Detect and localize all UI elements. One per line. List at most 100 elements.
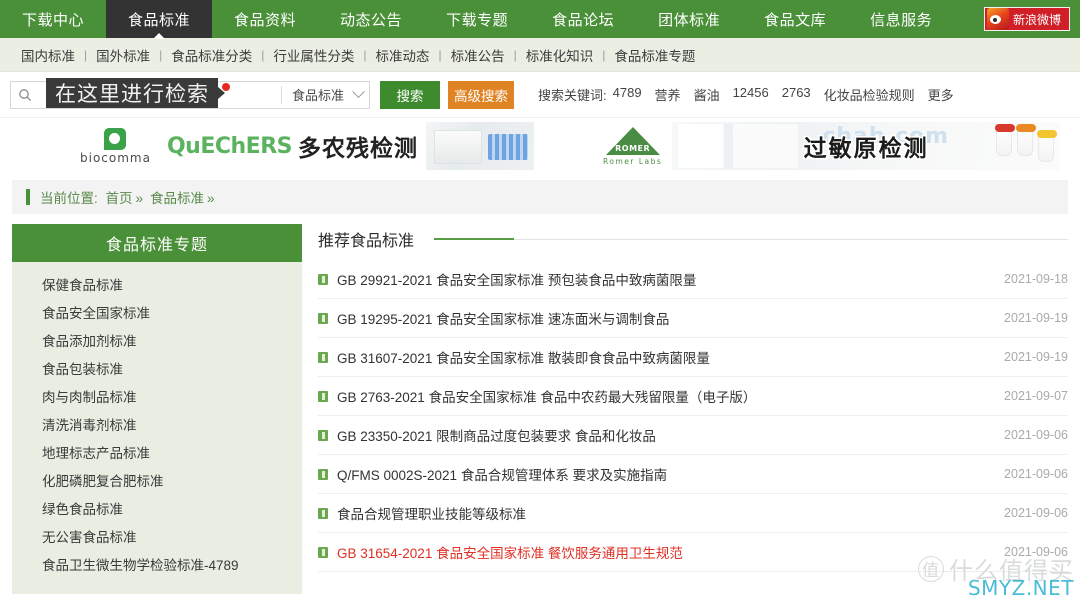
subnav-item-4[interactable]: 标准动态 bbox=[367, 45, 439, 65]
search-category-dropdown[interactable]: 食品标准 bbox=[280, 85, 369, 104]
top-navigation-bar: 下载中心 食品标准 食品资料 动态公告 下载专题 食品论坛 团体标准 食品文库 信息服务 新浪微… bbox=[0, 0, 1080, 38]
sidebar: 食品标准专题 保健食品标准 食品安全国家标准 食品添加剂标准 食品包装标准 肉与肉制品标… bbox=[12, 224, 302, 594]
standard-title[interactable]: GB 29921-2021 食品安全国家标准 预包装食品中致病菌限量 bbox=[337, 269, 990, 289]
search-category-label: 食品标准 bbox=[291, 88, 344, 103]
topnav-item-0[interactable]: 下载中心 bbox=[0, 0, 106, 38]
advanced-search-button[interactable]: 高级搜索 bbox=[448, 80, 514, 109]
hot-keyword-3[interactable]: 12456 bbox=[733, 85, 769, 104]
hot-keyword-4[interactable]: 2763 bbox=[782, 85, 811, 104]
search-bar: 食品标准 搜索 高级搜索 搜索关键词: 4789 营养 酱油 12456 2763 化妆品… bbox=[0, 72, 1080, 118]
topnav-item-7[interactable]: 食品文库 bbox=[742, 0, 848, 38]
topnav-item-2[interactable]: 食品资料 bbox=[212, 0, 318, 38]
hot-keyword-6[interactable]: 更多 bbox=[928, 85, 954, 104]
sidebar-item-2[interactable]: 食品添加剂标准 bbox=[12, 326, 302, 354]
subnav-item-3[interactable]: 行业属性分类 bbox=[264, 45, 363, 65]
sidebar-item-4[interactable]: 肉与肉制品标准 bbox=[12, 382, 302, 410]
banner-right-title-cn: 过敏原检测 bbox=[803, 135, 929, 161]
subnav-item-2[interactable]: 食品标准分类 bbox=[162, 45, 261, 65]
main-section-header: 推荐食品标准 bbox=[318, 224, 1068, 254]
romer-pyramid-icon bbox=[605, 126, 660, 155]
banner-left-title-cn: 多农残检测 bbox=[297, 135, 418, 161]
standard-date: 2021-09-07 bbox=[1004, 389, 1068, 403]
sidebar-item-10[interactable]: 食品卫生微生物学检验标准-4789 bbox=[12, 550, 302, 578]
table-row[interactable]: 食品合规管理职业技能等级标准 2021-09-06 bbox=[318, 494, 1068, 533]
standard-date: 2021-09-06 bbox=[1004, 428, 1068, 442]
topnav-item-6[interactable]: 团体标准 bbox=[636, 0, 742, 38]
tooltip-indicator-dot bbox=[222, 83, 230, 91]
header-divider-rule bbox=[514, 238, 1068, 240]
breadcrumb-item-1[interactable]: 食品标准 bbox=[150, 191, 204, 206]
standard-date: 2021-09-18 bbox=[1004, 272, 1068, 286]
document-icon bbox=[318, 390, 328, 402]
page-root: 下载中心 食品标准 食品资料 动态公告 下载专题 食品论坛 团体标准 食品文库 信息服务 新浪微… bbox=[0, 0, 1080, 602]
subnav-item-5[interactable]: 标准公告 bbox=[442, 45, 514, 65]
hot-keywords-label: 搜索关键词: bbox=[538, 88, 607, 103]
hot-keyword-0[interactable]: 4789 bbox=[613, 85, 642, 104]
banner-romer[interactable]: Romer Labs chab.com 过敏原检测 bbox=[545, 122, 1060, 170]
subnav-item-0[interactable]: 国内标准 bbox=[12, 45, 84, 65]
biocomma-mark-icon bbox=[104, 127, 127, 150]
topnav-item-1[interactable]: 食品标准 bbox=[106, 0, 213, 38]
breadcrumb-label: 当前位置: bbox=[40, 191, 98, 206]
standards-list: GB 29921-2021 食品安全国家标准 预包装食品中致病菌限量 2021-0… bbox=[318, 260, 1068, 572]
tube-icons bbox=[995, 124, 1057, 162]
breadcrumb-separator: » bbox=[135, 191, 144, 206]
topnav-item-4[interactable]: 下载专题 bbox=[424, 0, 530, 38]
content-area: 食品标准专题 保健食品标准 食品安全国家标准 食品添加剂标准 食品包装标准 肉与肉制品标… bbox=[12, 224, 1068, 594]
banner-left-photo bbox=[425, 122, 534, 170]
standard-title[interactable]: 食品合规管理职业技能等级标准 bbox=[337, 503, 990, 523]
sidebar-item-9[interactable]: 无公害食品标准 bbox=[12, 522, 302, 550]
topnav-spacer bbox=[954, 0, 984, 38]
topnav-item-5[interactable]: 食品论坛 bbox=[530, 0, 636, 38]
page-title: 推荐食品标准 bbox=[318, 233, 415, 250]
chevron-down-icon bbox=[352, 85, 365, 99]
standard-title[interactable]: Q/FMS 0002S-2021 食品合规管理体系 要求及实施指南 bbox=[337, 464, 990, 484]
sidebar-item-7[interactable]: 化肥磷肥复合肥标准 bbox=[12, 466, 302, 494]
banner-biocomma[interactable]: biocomma QuEChERS 多农残检测 bbox=[20, 122, 535, 170]
document-icon bbox=[318, 507, 328, 519]
table-row[interactable]: GB 31607-2021 食品安全国家标准 散装即食食品中致病菌限量 2021-… bbox=[318, 338, 1068, 377]
sidebar-item-1[interactable]: 食品安全国家标准 bbox=[12, 298, 302, 326]
hot-keyword-5[interactable]: 化妆品检验规则 bbox=[824, 85, 915, 104]
table-row[interactable]: GB 31654-2021 食品安全国家标准 餐饮服务通用卫生规范 2021-09… bbox=[318, 533, 1068, 572]
table-row[interactable]: Q/FMS 0002S-2021 食品合规管理体系 要求及实施指南 2021-09… bbox=[318, 455, 1068, 494]
topnav-item-8[interactable]: 信息服务 bbox=[848, 0, 954, 38]
hot-keyword-1[interactable]: 营养 bbox=[655, 85, 681, 104]
breadcrumb: 当前位置: 首页» 食品标准» bbox=[40, 187, 218, 207]
breadcrumb-separator: » bbox=[207, 191, 215, 206]
standard-title[interactable]: GB 2763-2021 食品安全国家标准 食品中农药最大残留限量（电子版） bbox=[337, 386, 990, 406]
search-button[interactable]: 搜索 bbox=[380, 80, 440, 109]
standard-title[interactable]: GB 19295-2021 食品安全国家标准 速冻面米与调制食品 bbox=[337, 308, 990, 328]
table-row[interactable]: GB 19295-2021 食品安全国家标准 速冻面米与调制食品 2021-09-… bbox=[318, 299, 1068, 338]
sidebar-item-6[interactable]: 地理标志产品标准 bbox=[12, 438, 302, 466]
subnav-item-1[interactable]: 国外标准 bbox=[87, 45, 159, 65]
sidebar-item-0[interactable]: 保健食品标准 bbox=[12, 270, 302, 298]
breadcrumb-item-0[interactable]: 首页 bbox=[106, 191, 133, 206]
biocomma-logo: biocomma bbox=[80, 127, 151, 165]
romer-logo: Romer Labs bbox=[603, 126, 662, 166]
table-row[interactable]: GB 23350-2021 限制商品过度包装要求 食品和化妆品 2021-09-0… bbox=[318, 416, 1068, 455]
sidebar-item-5[interactable]: 清洗消毒剂标准 bbox=[12, 410, 302, 438]
sidebar-item-3[interactable]: 食品包装标准 bbox=[12, 354, 302, 382]
standard-title[interactable]: GB 31607-2021 食品安全国家标准 散装即食食品中致病菌限量 bbox=[337, 347, 990, 367]
standard-date: 2021-09-19 bbox=[1004, 350, 1068, 364]
document-icon bbox=[318, 273, 328, 285]
subnav-item-6[interactable]: 标准化知识 bbox=[517, 45, 603, 65]
main-panel: 推荐食品标准 GB 29921-2021 食品安全国家标准 预包装食品中致病菌限… bbox=[318, 224, 1068, 594]
standard-title[interactable]: GB 31654-2021 食品安全国家标准 餐饮服务通用卫生规范 bbox=[337, 542, 990, 562]
standard-date: 2021-09-06 bbox=[1004, 467, 1068, 481]
hot-keyword-2[interactable]: 酱油 bbox=[694, 85, 720, 104]
weibo-icon bbox=[986, 8, 1009, 30]
banner-left-title-en: QuEChERS bbox=[166, 133, 293, 159]
subnav-item-7[interactable]: 食品标准专题 bbox=[605, 45, 704, 65]
document-icon bbox=[318, 429, 328, 441]
document-icon bbox=[318, 351, 328, 363]
topnav-item-3[interactable]: 动态公告 bbox=[318, 0, 424, 38]
sina-weibo-button[interactable]: 新浪微博 bbox=[983, 7, 1070, 31]
table-row[interactable]: GB 2763-2021 食品安全国家标准 食品中农药最大残留限量（电子版） 20… bbox=[318, 377, 1068, 416]
sub-navigation-bar: 国内标准 | 国外标准 | 食品标准分类 | 行业属性分类 | 标准动态 | 标准公告 | 标准化知识 |… bbox=[0, 38, 1080, 72]
biocomma-brand-label: biocomma bbox=[80, 150, 151, 165]
table-row[interactable]: GB 29921-2021 食品安全国家标准 预包装食品中致病菌限量 2021-0… bbox=[318, 260, 1068, 299]
standard-title[interactable]: GB 23350-2021 限制商品过度包装要求 食品和化妆品 bbox=[337, 425, 990, 445]
sidebar-item-8[interactable]: 绿色食品标准 bbox=[12, 494, 302, 522]
